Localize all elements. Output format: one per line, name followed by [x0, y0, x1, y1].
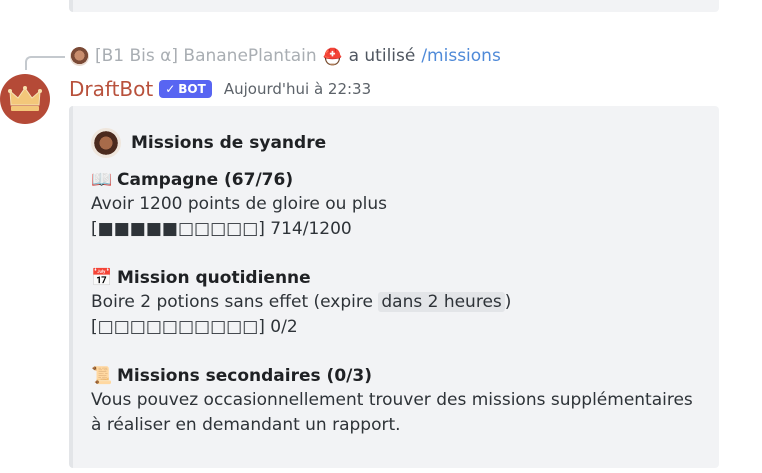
description-suffix: ) [504, 292, 512, 312]
message-header: DraftBot ✓ BOT Aujourd'hui à 22:33 [69, 76, 371, 102]
author-username[interactable]: DraftBot [69, 77, 153, 101]
helmet-icon: ⛑️ [322, 46, 343, 66]
slash-command-link[interactable]: /missions [421, 46, 500, 66]
embed-author-name: Missions de syandre [131, 133, 327, 153]
field-title-text: Campagne (67/76) [117, 170, 294, 190]
reply-action-text: a utilisé [348, 46, 416, 66]
bot-avatar[interactable] [0, 74, 50, 124]
calendar-icon: 📅 [91, 268, 113, 288]
replied-user-name[interactable]: [B1 Bis α] BananePlantain [95, 46, 317, 66]
missions-embed: Missions de syandre 📖 Campagne (67/76) A… [69, 106, 719, 468]
embed-author: Missions de syandre [91, 126, 701, 160]
reply-connector [25, 56, 65, 70]
embed-author-avatar [91, 128, 121, 158]
bot-badge: ✓ BOT [159, 80, 212, 98]
field-description: Vous pouvez occasionnellement trouver de… [91, 390, 693, 435]
embed-field-daily: 📅 Mission quotidienne Boire 2 potions sa… [91, 266, 701, 340]
field-title: 📅 Mission quotidienne [91, 266, 701, 290]
field-title: 📖 Campagne (67/76) [91, 168, 701, 192]
relative-time-chip[interactable]: dans 2 heures [378, 292, 505, 312]
field-description: Boire 2 potions sans effet (expire dans … [91, 290, 701, 315]
description-prefix: Boire 2 potions sans effet (expire [91, 292, 379, 312]
field-title-text: Mission quotidienne [117, 268, 311, 288]
reply-reference[interactable]: [B1 Bis α] BananePlantain ⛑️ a utilisé /… [70, 44, 501, 68]
progress-bar-text: [■■■■■□□□□□] 714/1200 [91, 219, 352, 239]
discord-message: [B1 Bis α] BananePlantain ⛑️ a utilisé /… [0, 0, 762, 473]
replied-user-avatar[interactable] [70, 46, 89, 66]
field-description: Avoir 1200 points de gloire ou plus [91, 194, 387, 214]
field-title: 📜 Missions secondaires (0/3) [91, 364, 701, 388]
book-icon: 📖 [91, 170, 113, 190]
crown-icon [8, 86, 42, 111]
embed-field-campaign: 📖 Campagne (67/76) Avoir 1200 points de … [91, 168, 701, 242]
check-icon: ✓ [165, 82, 176, 96]
progress-bar-text: [□□□□□□□□□□] 0/2 [91, 317, 298, 337]
previous-embed-fragment [69, 0, 719, 12]
field-title-text: Missions secondaires (0/3) [117, 366, 372, 386]
bot-badge-label: BOT [178, 82, 206, 96]
embed-field-secondary: 📜 Missions secondaires (0/3) Vous pouvez… [91, 364, 701, 438]
scroll-icon: 📜 [91, 366, 113, 386]
message-timestamp[interactable]: Aujourd'hui à 22:33 [224, 80, 371, 98]
